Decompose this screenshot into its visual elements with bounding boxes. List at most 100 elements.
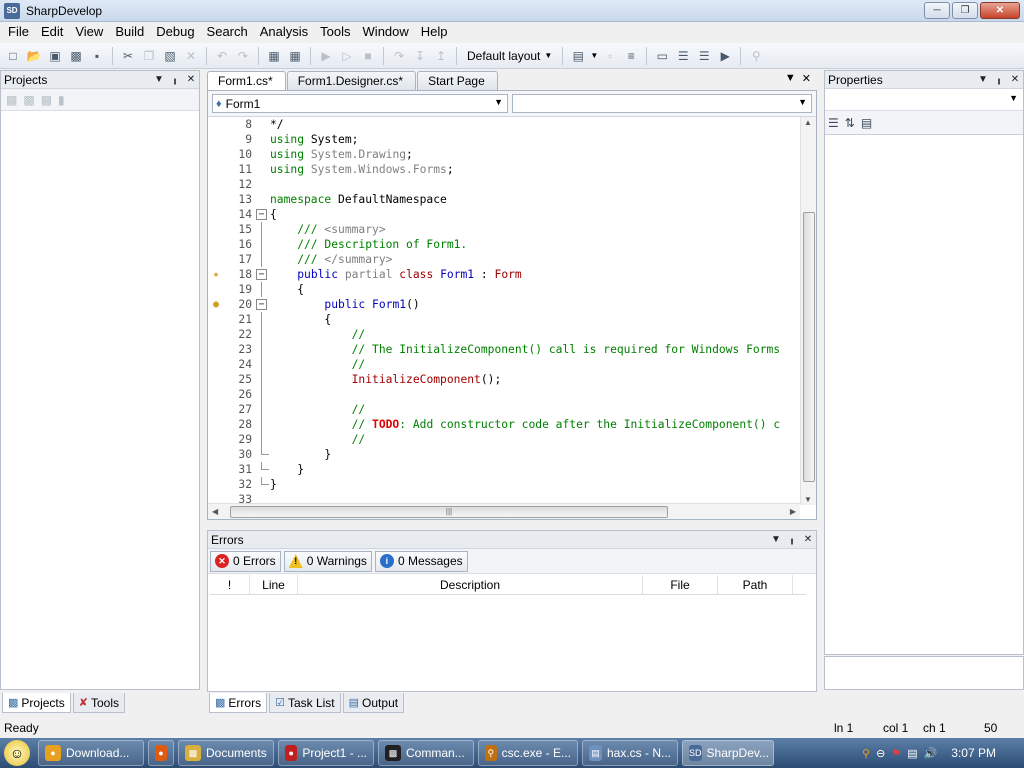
- menu-file[interactable]: File: [2, 22, 35, 42]
- layout-dropdown[interactable]: Default layout ▼: [463, 49, 556, 63]
- menu-help[interactable]: Help: [415, 22, 454, 42]
- network-icon[interactable]: ▤: [907, 747, 917, 760]
- horizontal-scrollbar[interactable]: ◀ ||| ▶: [208, 503, 800, 519]
- code-line[interactable]: 30 }: [208, 447, 798, 462]
- minimize-button[interactable]: ─: [924, 2, 950, 19]
- taskbar-item-chrome[interactable]: ● Download...: [38, 740, 144, 766]
- code-line[interactable]: 26: [208, 387, 798, 402]
- refresh-icon[interactable]: ▮: [58, 93, 65, 107]
- column-severity[interactable]: !: [210, 575, 250, 594]
- stop-icon[interactable]: ■: [359, 47, 377, 65]
- tab-projects[interactable]: ▩ Projects: [2, 693, 71, 713]
- outdent-icon[interactable]: ☰: [695, 47, 713, 65]
- tab-list-icon[interactable]: ▼: [785, 72, 796, 85]
- member-combo[interactable]: ▼: [512, 94, 812, 113]
- class-combo[interactable]: ♦ Form1 ▼: [212, 94, 508, 113]
- code-line[interactable]: 11 using System.Windows.Forms;: [208, 162, 798, 177]
- scroll-down-icon[interactable]: ▼: [804, 495, 812, 504]
- open-project-icon[interactable]: ▣: [46, 47, 64, 65]
- taskbar-item-command[interactable]: ▩ Comman...: [378, 740, 474, 766]
- tab-output[interactable]: ▤ Output: [342, 693, 405, 713]
- taskbar-item-csc[interactable]: ⚲ csc.exe - E...: [478, 740, 578, 766]
- horizontal-scroll-thumb[interactable]: |||: [230, 506, 668, 518]
- paste-icon[interactable]: ▧: [161, 47, 179, 65]
- taskbar-item-project1[interactable]: ● Project1 - ...: [278, 740, 374, 766]
- save-icon[interactable]: ▩: [67, 47, 85, 65]
- tab-form1-cs[interactable]: Form1.cs*: [207, 71, 286, 90]
- menu-window[interactable]: Window: [357, 22, 415, 42]
- code-line[interactable]: 24 //: [208, 357, 798, 372]
- run-icon[interactable]: ▶: [317, 47, 335, 65]
- clock[interactable]: 3:07 PM: [951, 746, 996, 760]
- alphabetical-sort-icon[interactable]: ⇅: [845, 116, 855, 130]
- build-icon[interactable]: ▦: [265, 47, 283, 65]
- close-icon[interactable]: ✕: [183, 74, 199, 85]
- code-line[interactable]: 32}: [208, 477, 798, 492]
- volume-icon[interactable]: 🔊: [924, 747, 938, 760]
- bookmark-icon[interactable]: ▫: [601, 47, 619, 65]
- property-pages-icon[interactable]: ▤: [861, 116, 872, 130]
- format-icon[interactable]: ≡: [622, 47, 640, 65]
- menu-debug[interactable]: Debug: [150, 22, 200, 42]
- chevron-down-icon[interactable]: ▼: [590, 51, 598, 60]
- run-without-debug-icon[interactable]: ▷: [338, 47, 356, 65]
- column-description[interactable]: Description: [298, 575, 643, 594]
- step-out-icon[interactable]: ↥: [432, 47, 450, 65]
- search-icon[interactable]: ⚲: [747, 47, 765, 65]
- code-line[interactable]: 28 // TODO: Add constructor code after t…: [208, 417, 798, 432]
- code-line[interactable]: 16 /// Description of Form1.: [208, 237, 798, 252]
- taskbar-item-sharpdevelop[interactable]: SD SharpDev...: [682, 740, 774, 766]
- menu-search[interactable]: Search: [201, 22, 254, 42]
- search-icon[interactable]: ⚲: [862, 747, 870, 760]
- column-line[interactable]: Line: [250, 575, 298, 594]
- toggle-bookmark-icon[interactable]: ▶: [716, 47, 734, 65]
- network-status-icon[interactable]: ⊖: [876, 747, 885, 760]
- column-path[interactable]: Path: [718, 575, 793, 594]
- fold-toggle-icon[interactable]: −: [256, 209, 267, 220]
- menu-analysis[interactable]: Analysis: [254, 22, 314, 42]
- undo-icon[interactable]: ↶: [213, 47, 231, 65]
- fold-toggle-icon[interactable]: −: [256, 299, 267, 310]
- vertical-scroll-thumb[interactable]: [803, 212, 815, 482]
- comment-icon[interactable]: ▭: [653, 47, 671, 65]
- panel-menu-icon[interactable]: ▼: [768, 534, 784, 545]
- code-line[interactable]: 31 }: [208, 462, 798, 477]
- code-line[interactable]: 15 /// <summary>: [208, 222, 798, 237]
- close-icon[interactable]: ✕: [800, 534, 816, 545]
- code-line[interactable]: 25 InitializeComponent();: [208, 372, 798, 387]
- properties-object-combo[interactable]: ▼: [825, 89, 1023, 111]
- delete-icon[interactable]: ✕: [182, 47, 200, 65]
- tab-form1-designer-cs[interactable]: Form1.Designer.cs*: [286, 71, 417, 90]
- step-into-icon[interactable]: ↧: [411, 47, 429, 65]
- build-all-icon[interactable]: ▦: [286, 47, 304, 65]
- menu-view[interactable]: View: [69, 22, 109, 42]
- code-line[interactable]: ● 20− public Form1(): [208, 297, 798, 312]
- taskbar-item-notepad[interactable]: ▤ hax.cs - N...: [582, 740, 678, 766]
- cut-icon[interactable]: ✂: [119, 47, 137, 65]
- categorized-icon[interactable]: ☰: [828, 116, 839, 130]
- code-line[interactable]: 21 {: [208, 312, 798, 327]
- code-line[interactable]: ★ 18− public partial class Form1 : Form: [208, 267, 798, 282]
- scroll-left-icon[interactable]: ◀: [212, 507, 218, 516]
- close-icon[interactable]: ✕: [1007, 74, 1023, 85]
- vertical-scrollbar[interactable]: ▲ ▼: [800, 117, 816, 505]
- pin-icon[interactable]: ╻: [991, 74, 1007, 85]
- tab-tools[interactable]: ✘ Tools: [72, 693, 125, 713]
- find-in-files-icon[interactable]: ▤: [569, 47, 587, 65]
- step-over-icon[interactable]: ↷: [390, 47, 408, 65]
- fold-toggle-icon[interactable]: −: [256, 269, 267, 280]
- code-line[interactable]: 10 using System.Drawing;: [208, 147, 798, 162]
- panel-menu-icon[interactable]: ▼: [975, 74, 991, 85]
- code-line[interactable]: 14−{: [208, 207, 798, 222]
- add-folder-icon[interactable]: ▩: [41, 93, 52, 107]
- code-line[interactable]: 22 //: [208, 327, 798, 342]
- messages-filter-button[interactable]: i 0 Messages: [374, 550, 468, 572]
- redo-icon[interactable]: ↷: [234, 47, 252, 65]
- save-all-icon[interactable]: ▪: [88, 47, 106, 65]
- close-document-icon[interactable]: ✕: [802, 72, 811, 85]
- menu-tools[interactable]: Tools: [314, 22, 356, 42]
- menu-edit[interactable]: Edit: [35, 22, 69, 42]
- code-line[interactable]: 12: [208, 177, 798, 192]
- indent-icon[interactable]: ☰: [674, 47, 692, 65]
- tab-task-list[interactable]: ☑ Task List: [269, 693, 341, 713]
